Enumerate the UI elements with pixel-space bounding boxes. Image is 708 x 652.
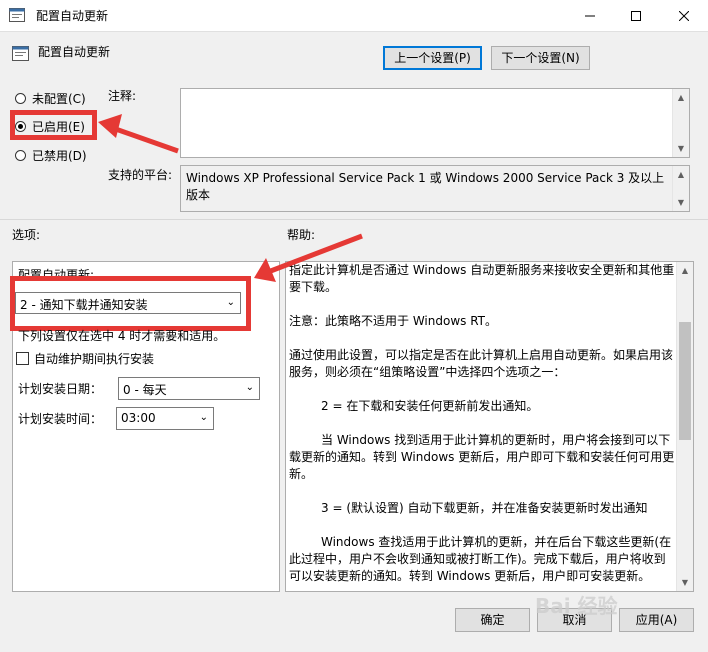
maximize-icon	[631, 10, 641, 21]
comment-label: 注释:	[108, 89, 137, 103]
radio-not-configured[interactable]: 未配置(C)	[15, 90, 86, 107]
chevron-down-icon: ⌄	[245, 382, 254, 393]
minimize-button[interactable]	[567, 0, 613, 31]
install-time-value: 03:00	[121, 411, 156, 425]
minimize-icon	[585, 15, 595, 16]
radio-label: 已禁用(D)	[32, 149, 87, 163]
supported-platform-text: Windows XP Professional Service Pack 1 或…	[186, 171, 665, 202]
install-time-label: 计划安装时间：	[18, 412, 103, 426]
setting-title: 配置自动更新	[38, 45, 111, 59]
maintenance-install-checkbox[interactable]: 自动维护期间执行安装	[16, 350, 154, 367]
scroll-down-icon[interactable]: ▼	[677, 574, 693, 591]
platform-scrollbar[interactable]: ▲ ▼	[672, 166, 689, 211]
divider	[0, 219, 708, 220]
help-paragraph: 当 Windows 找到适用于此计算机的更新时，用户将会接到可以下载更新的通知。…	[289, 433, 675, 481]
scroll-down-icon[interactable]: ▼	[673, 194, 689, 211]
maximize-button[interactable]	[613, 0, 659, 31]
help-text: 指定此计算机是否通过 Windows 自动更新服务来接收安全更新和其他重要下载。…	[289, 262, 675, 591]
radio-label: 未配置(C)	[32, 92, 86, 106]
help-paragraph: 注意：此策略不适用于 Windows RT。	[289, 314, 497, 328]
policy-icon	[12, 46, 29, 61]
help-panel: 指定此计算机是否通过 Windows 自动更新服务来接收安全更新和其他重要下载。…	[285, 261, 694, 592]
policy-icon	[9, 8, 25, 22]
next-setting-button[interactable]: 下一个设置(N)	[491, 46, 590, 70]
options-note: 下列设置仅在选中 4 时才需要和适用。	[18, 329, 226, 343]
help-paragraph: 3 = (默认设置) 自动下载更新，并在准备安装更新时发出通知	[321, 501, 648, 515]
help-paragraph: 通过使用此设置，可以指定是否在此计算机上启用自动更新。如果启用该服务，则必须在“…	[289, 348, 674, 379]
options-label: 选项:	[12, 228, 41, 242]
watermark: Bai 经验	[535, 594, 618, 618]
radio-circle	[15, 150, 26, 161]
scroll-up-icon[interactable]: ▲	[673, 166, 689, 183]
radio-disabled[interactable]: 已禁用(D)	[15, 147, 87, 164]
checkbox-box	[16, 352, 29, 365]
scroll-down-icon[interactable]: ▼	[673, 140, 689, 157]
close-icon	[678, 10, 689, 21]
annotation-highlight-box	[10, 276, 251, 331]
install-day-value: 0 - 每天	[123, 383, 167, 397]
chevron-down-icon: ⌄	[199, 412, 208, 423]
scroll-up-icon[interactable]: ▲	[673, 89, 689, 106]
install-day-label: 计划安装日期：	[18, 382, 103, 396]
help-paragraph: 指定此计算机是否通过 Windows 自动更新服务来接收安全更新和其他重要下载。	[289, 263, 675, 294]
annotation-highlight-box	[10, 110, 97, 140]
help-label: 帮助:	[287, 228, 316, 242]
previous-setting-button[interactable]: 上一个设置(P)	[383, 46, 482, 70]
help-paragraph: 2 = 在下载和安装任何更新前发出通知。	[321, 399, 539, 413]
window-title: 配置自动更新	[36, 9, 109, 23]
help-paragraph: Windows 查找适用于此计算机的更新，并在后台下载这些更新(在此过程中，用户…	[289, 535, 672, 583]
comment-textarea[interactable]: ▲ ▼	[180, 88, 690, 158]
title-bar: 配置自动更新	[0, 0, 708, 32]
annotation-arrow-enabled	[98, 114, 179, 154]
install-day-select[interactable]: 0 - 每天 ⌄	[118, 377, 260, 400]
scroll-thumb[interactable]	[679, 322, 691, 440]
scroll-up-icon[interactable]: ▲	[677, 262, 693, 279]
install-time-select[interactable]: 03:00 ⌄	[116, 407, 214, 430]
supported-platform-label: 支持的平台:	[108, 168, 173, 182]
supported-platform-box: Windows XP Professional Service Pack 1 或…	[180, 165, 690, 212]
radio-circle	[15, 93, 26, 104]
comment-scrollbar[interactable]: ▲ ▼	[672, 89, 689, 157]
help-scrollbar[interactable]: ▲ ▼	[676, 262, 693, 591]
checkbox-label: 自动维护期间执行安装	[34, 352, 155, 366]
close-button[interactable]	[659, 0, 708, 31]
apply-button[interactable]: 应用(A)	[619, 608, 694, 632]
ok-button[interactable]: 确定	[455, 608, 530, 632]
